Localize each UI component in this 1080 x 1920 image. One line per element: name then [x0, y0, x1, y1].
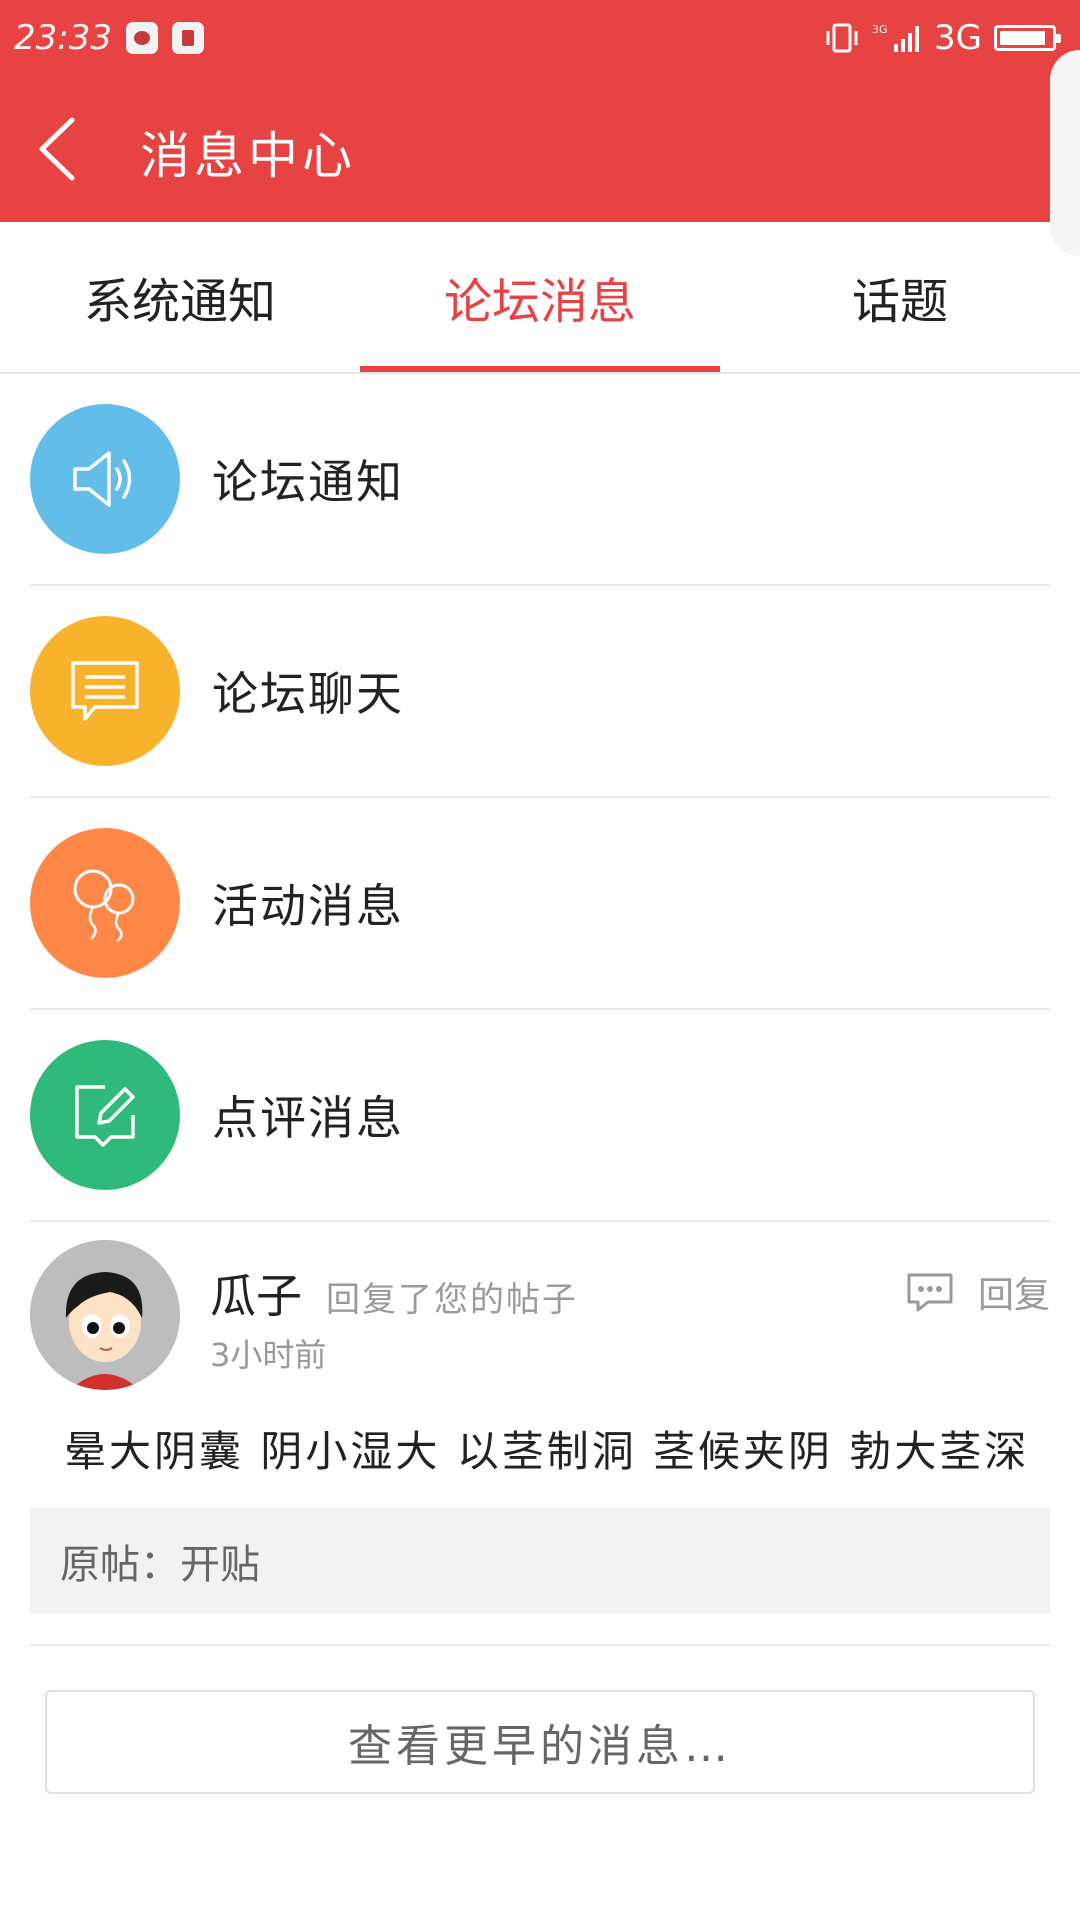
- vibrate-icon: [826, 23, 858, 53]
- back-button[interactable]: [34, 114, 86, 184]
- reply-button[interactable]: 回复: [906, 1266, 1050, 1318]
- app-header: 消息中心: [0, 50, 1080, 256]
- tab-system-notifications[interactable]: 系统通知: [0, 222, 360, 372]
- chat-bubble-icon: [71, 661, 139, 721]
- page-title: 消息中心: [140, 127, 356, 185]
- tab-forum-messages[interactable]: 论坛消息: [360, 222, 720, 372]
- message-content: 晕大阴囊 阴小湿大 以茎制洞 茎候夹阴 勃大茎深: [64, 1427, 1030, 1476]
- signal-icon: 3G: [872, 23, 920, 52]
- status-time: 23:33: [14, 18, 112, 58]
- edit-icon: [75, 1085, 135, 1147]
- message-time: 3小时前: [210, 1336, 327, 1374]
- original-post[interactable]: 原帖：开贴: [30, 1508, 1050, 1614]
- category-forum-notice[interactable]: 论坛通知: [30, 374, 1050, 586]
- message-item[interactable]: 瓜子 回复了您的帖子 3小时前 回复 晕大阴囊 阴小湿大 以茎制洞 茎候夹阴 勃…: [30, 1210, 1050, 1646]
- svg-text:3G: 3G: [872, 23, 888, 36]
- speaker-icon: [73, 451, 132, 507]
- category-icon-circle: [30, 828, 180, 978]
- back-arrow-icon: [39, 117, 75, 181]
- category-list: 论坛通知 论坛聊天 活动消息 点评消息: [30, 374, 1050, 1222]
- category-forum-chat[interactable]: 论坛聊天: [30, 586, 1050, 798]
- notification-app-icon: [171, 22, 204, 54]
- category-icon-circle: [30, 1040, 180, 1190]
- status-icons: 3G 3G: [824, 18, 1066, 58]
- category-icon-circle: [30, 404, 180, 554]
- category-icon-circle: [30, 616, 180, 766]
- category-activity-messages[interactable]: 活动消息: [30, 798, 1050, 1010]
- avatar[interactable]: [30, 1240, 180, 1390]
- tab-bar: 系统通知 论坛消息 话题: [0, 222, 1080, 374]
- network-type: 3G: [934, 18, 982, 58]
- balloons-icon: [73, 869, 135, 942]
- load-earlier-messages-button[interactable]: 查看更早的消息…: [45, 1690, 1035, 1794]
- tab-topics[interactable]: 话题: [720, 222, 1080, 372]
- category-label: 点评消息: [212, 1091, 404, 1145]
- status-bar: 23:33 3G 3G: [0, 0, 1080, 76]
- message-action: 回复了您的帖子: [326, 1280, 578, 1320]
- notification-app-icon: [125, 22, 158, 54]
- message-username[interactable]: 瓜子: [210, 1260, 302, 1326]
- category-label: 活动消息: [212, 879, 404, 933]
- battery-icon: [994, 25, 1061, 51]
- cartoon-avatar-icon: [30, 1240, 180, 1390]
- comment-icon: [907, 1273, 953, 1312]
- battery-fill: [1000, 31, 1045, 45]
- category-label: 论坛通知: [212, 455, 404, 509]
- reply-label: 回复: [977, 1275, 1050, 1316]
- category-review-messages[interactable]: 点评消息: [30, 1010, 1050, 1222]
- category-label: 论坛聊天: [212, 667, 404, 721]
